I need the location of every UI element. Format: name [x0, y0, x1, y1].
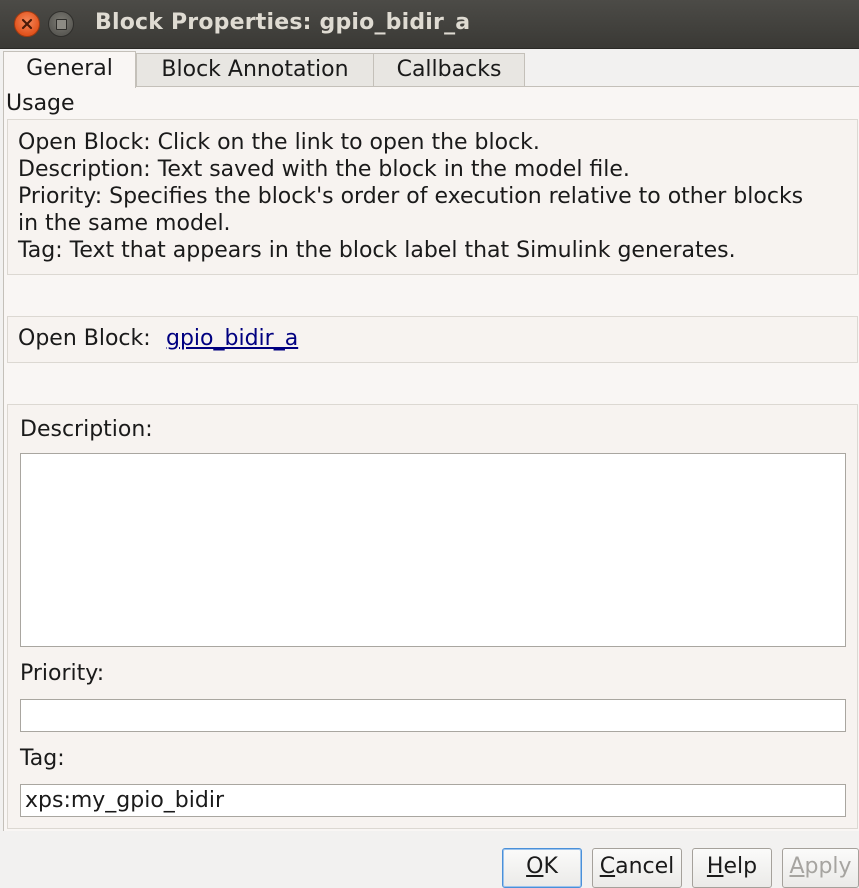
cancel-button[interactable]: Cancel: [592, 848, 682, 888]
help-label: elp: [723, 854, 758, 879]
description-textarea[interactable]: [20, 453, 846, 647]
usage-line: Priority: Specifies the block's order of…: [18, 184, 804, 209]
usage-label: Usage: [6, 91, 75, 116]
usage-box: Open Block: Click on the link to open th…: [7, 119, 858, 275]
help-mnemonic: H: [706, 854, 724, 879]
tag-input[interactable]: [20, 784, 846, 817]
close-window-button[interactable]: [14, 11, 40, 37]
window-title: Block Properties: gpio_bidir_a: [95, 10, 471, 35]
open-block-label: Open Block:: [18, 326, 151, 351]
priority-label: Priority:: [20, 661, 105, 686]
cancel-label: ancel: [615, 854, 675, 879]
tab-block-annotation[interactable]: Block Annotation: [136, 53, 374, 86]
maximize-icon: [56, 19, 67, 30]
usage-line: Open Block: Click on the link to open th…: [18, 130, 540, 155]
open-block-row: Open Block: gpio_bidir_a: [7, 316, 858, 363]
title-bar: Block Properties: gpio_bidir_a: [0, 0, 859, 49]
ok-label: K: [543, 854, 558, 879]
priority-input[interactable]: [20, 699, 846, 732]
open-block-link[interactable]: gpio_bidir_a: [166, 326, 298, 351]
apply-label: pply: [804, 854, 852, 879]
tag-label: Tag:: [20, 746, 65, 771]
usage-line: Tag: Text that appears in the block labe…: [18, 238, 736, 263]
ok-button[interactable]: OK: [502, 848, 582, 888]
tab-general[interactable]: General: [3, 51, 136, 88]
tab-callbacks[interactable]: Callbacks: [373, 53, 525, 86]
ok-mnemonic: O: [526, 854, 544, 879]
apply-mnemonic: A: [789, 854, 805, 879]
close-icon: [21, 18, 33, 30]
description-label: Description:: [20, 417, 153, 442]
usage-line: Description: Text saved with the block i…: [18, 157, 630, 182]
usage-line: in the same model.: [18, 211, 231, 236]
properties-group: Description: Priority: Tag:: [7, 404, 858, 829]
cancel-mnemonic: C: [599, 854, 616, 879]
apply-button[interactable]: Apply: [782, 848, 859, 888]
maximize-window-button[interactable]: [48, 11, 74, 37]
help-button[interactable]: Help: [692, 848, 772, 888]
